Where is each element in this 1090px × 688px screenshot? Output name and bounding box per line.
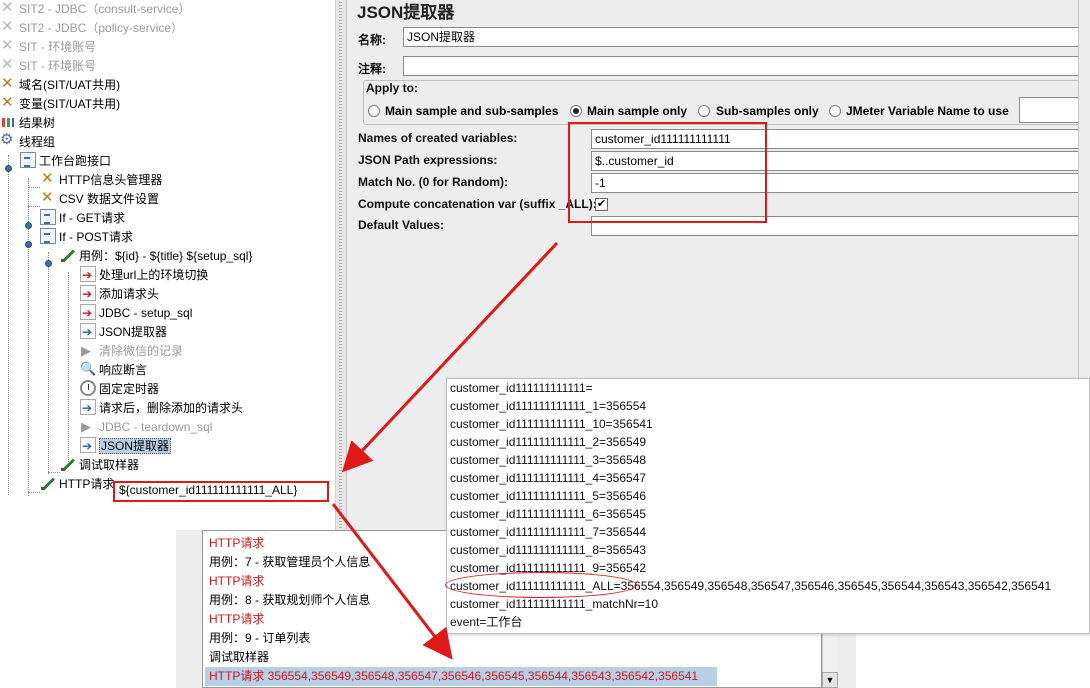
arrow-to-result xyxy=(331,503,453,660)
arrow-to-tree xyxy=(341,241,559,473)
annotation-arrows xyxy=(331,241,559,660)
